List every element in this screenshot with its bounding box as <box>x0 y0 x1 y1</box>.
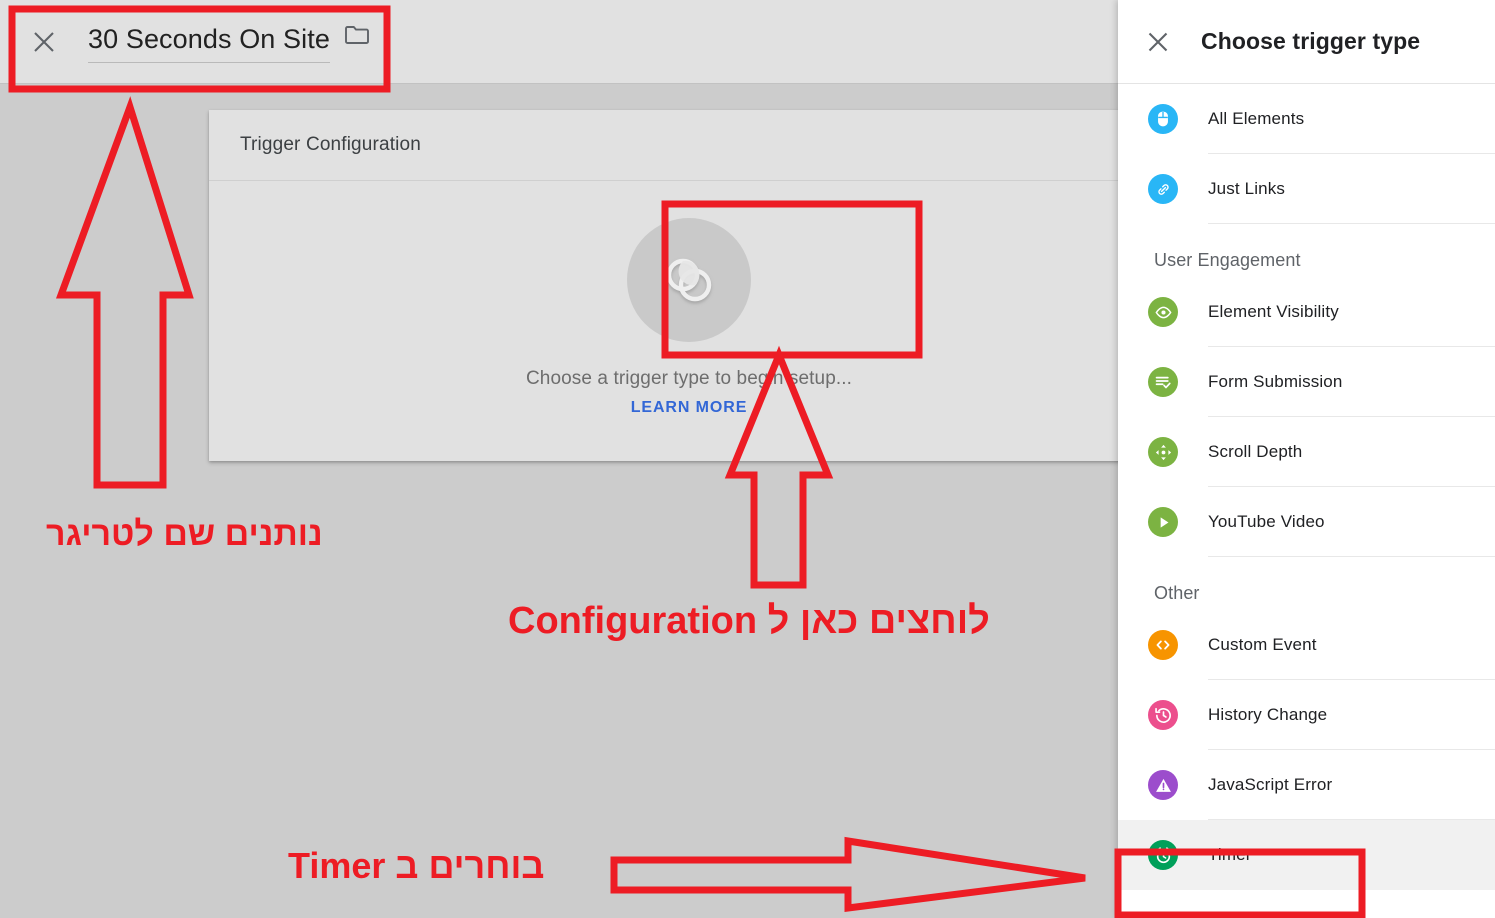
trigger-type-option-cell: Form Submission <box>1208 347 1495 417</box>
close-icon <box>34 32 54 52</box>
move-arrows-icon <box>1148 437 1178 467</box>
trigger-type-option-form-submission[interactable]: Form Submission <box>1118 347 1495 417</box>
trigger-type-option-cell: Scroll Depth <box>1208 417 1495 487</box>
warning-triangle-icon <box>1148 770 1178 800</box>
trigger-type-option-cell: History Change <box>1208 680 1495 750</box>
trigger-type-option-scroll-depth[interactable]: Scroll Depth <box>1118 417 1495 487</box>
annotation-click-configuration: לוחצים כאן ל Configuration <box>508 600 990 642</box>
close-editor-button[interactable] <box>30 28 58 56</box>
play-icon <box>1148 507 1178 537</box>
trigger-type-option-label: Just Links <box>1208 178 1286 198</box>
learn-more-link[interactable]: LEARN MORE <box>631 399 748 417</box>
placeholder-instruction-text: Choose a trigger type to begin setup... <box>525 368 853 389</box>
close-icon <box>1148 32 1168 51</box>
trigger-configuration-body[interactable]: Choose a trigger type to begin setup... … <box>209 181 1169 460</box>
trigger-type-option-cell: YouTube Video <box>1208 487 1495 557</box>
trigger-type-option-timer[interactable]: Timer <box>1118 820 1495 890</box>
overlapping-circles-icon <box>666 258 712 302</box>
trigger-type-option-cell: JavaScript Error <box>1208 750 1495 820</box>
folder-button[interactable] <box>344 24 370 46</box>
trigger-configuration-card: Trigger Configuration Choose a trigger t… <box>209 110 1169 461</box>
trigger-type-section-heading: User Engagement <box>1154 250 1301 270</box>
trigger-type-option-all-elements[interactable]: All Elements <box>1118 84 1495 154</box>
trigger-type-option-cell: All Elements <box>1208 84 1495 154</box>
trigger-type-option-just-links[interactable]: Just Links <box>1118 154 1495 224</box>
trigger-configuration-title: Trigger Configuration <box>240 134 421 155</box>
trigger-type-option-custom-event[interactable]: Custom Event <box>1118 610 1495 680</box>
trigger-type-option-label: All Elements <box>1208 108 1305 128</box>
app-root: 30 Seconds On Site Trigger Configuration <box>0 0 1495 918</box>
trigger-type-option-cell: Element Visibility <box>1208 277 1495 347</box>
mouse-icon <box>1148 104 1178 134</box>
trigger-name-group: 30 Seconds On Site <box>88 22 370 63</box>
trigger-type-section-heading: Other <box>1154 583 1200 603</box>
trigger-type-option-label: Custom Event <box>1208 634 1317 654</box>
choose-trigger-type-placeholder-button[interactable] <box>627 218 751 342</box>
trigger-type-option-element-visibility[interactable]: Element Visibility <box>1118 277 1495 347</box>
trigger-type-option-cell: Just Links <box>1208 154 1495 224</box>
annotation-choose-timer: בוחרים ב Timer <box>288 845 545 886</box>
trigger-type-option-youtube-video[interactable]: YouTube Video <box>1118 487 1495 557</box>
trigger-type-option-label: YouTube Video <box>1208 511 1325 531</box>
history-clock-icon <box>1148 700 1178 730</box>
trigger-type-option-label: Timer <box>1208 845 1252 864</box>
trigger-type-option-cell: Timer <box>1208 820 1495 890</box>
trigger-name-input[interactable]: 30 Seconds On Site <box>88 22 330 63</box>
code-brackets-icon <box>1148 630 1178 660</box>
eye-icon <box>1148 297 1178 327</box>
alarm-clock-icon <box>1148 840 1178 870</box>
trigger-type-option-label: Element Visibility <box>1208 301 1339 321</box>
annotation-name-trigger: נותנים שם לטריגר <box>46 515 323 553</box>
trigger-configuration-header: Trigger Configuration <box>209 110 1169 181</box>
close-panel-button[interactable] <box>1145 29 1171 55</box>
link-icon <box>1148 174 1178 204</box>
trigger-type-option-history-change[interactable]: History Change <box>1118 680 1495 750</box>
trigger-type-list: All Elements Just Links User Engagement Ele… <box>1118 84 1495 890</box>
folder-icon <box>345 26 369 44</box>
choose-trigger-type-header: Choose trigger type <box>1118 0 1495 84</box>
choose-trigger-type-panel: Choose trigger type All Elements Just Lin… <box>1118 0 1495 918</box>
trigger-type-option-label: JavaScript Error <box>1208 774 1333 794</box>
trigger-type-option-label: Form Submission <box>1208 371 1343 391</box>
trigger-type-option-label: History Change <box>1208 704 1328 724</box>
trigger-type-option-cell: Custom Event <box>1208 610 1495 680</box>
trigger-type-option-label: Scroll Depth <box>1208 441 1303 461</box>
choose-trigger-type-title: Choose trigger type <box>1201 28 1421 54</box>
form-check-icon <box>1148 367 1178 397</box>
trigger-type-option-javascript-error[interactable]: JavaScript Error <box>1118 750 1495 820</box>
